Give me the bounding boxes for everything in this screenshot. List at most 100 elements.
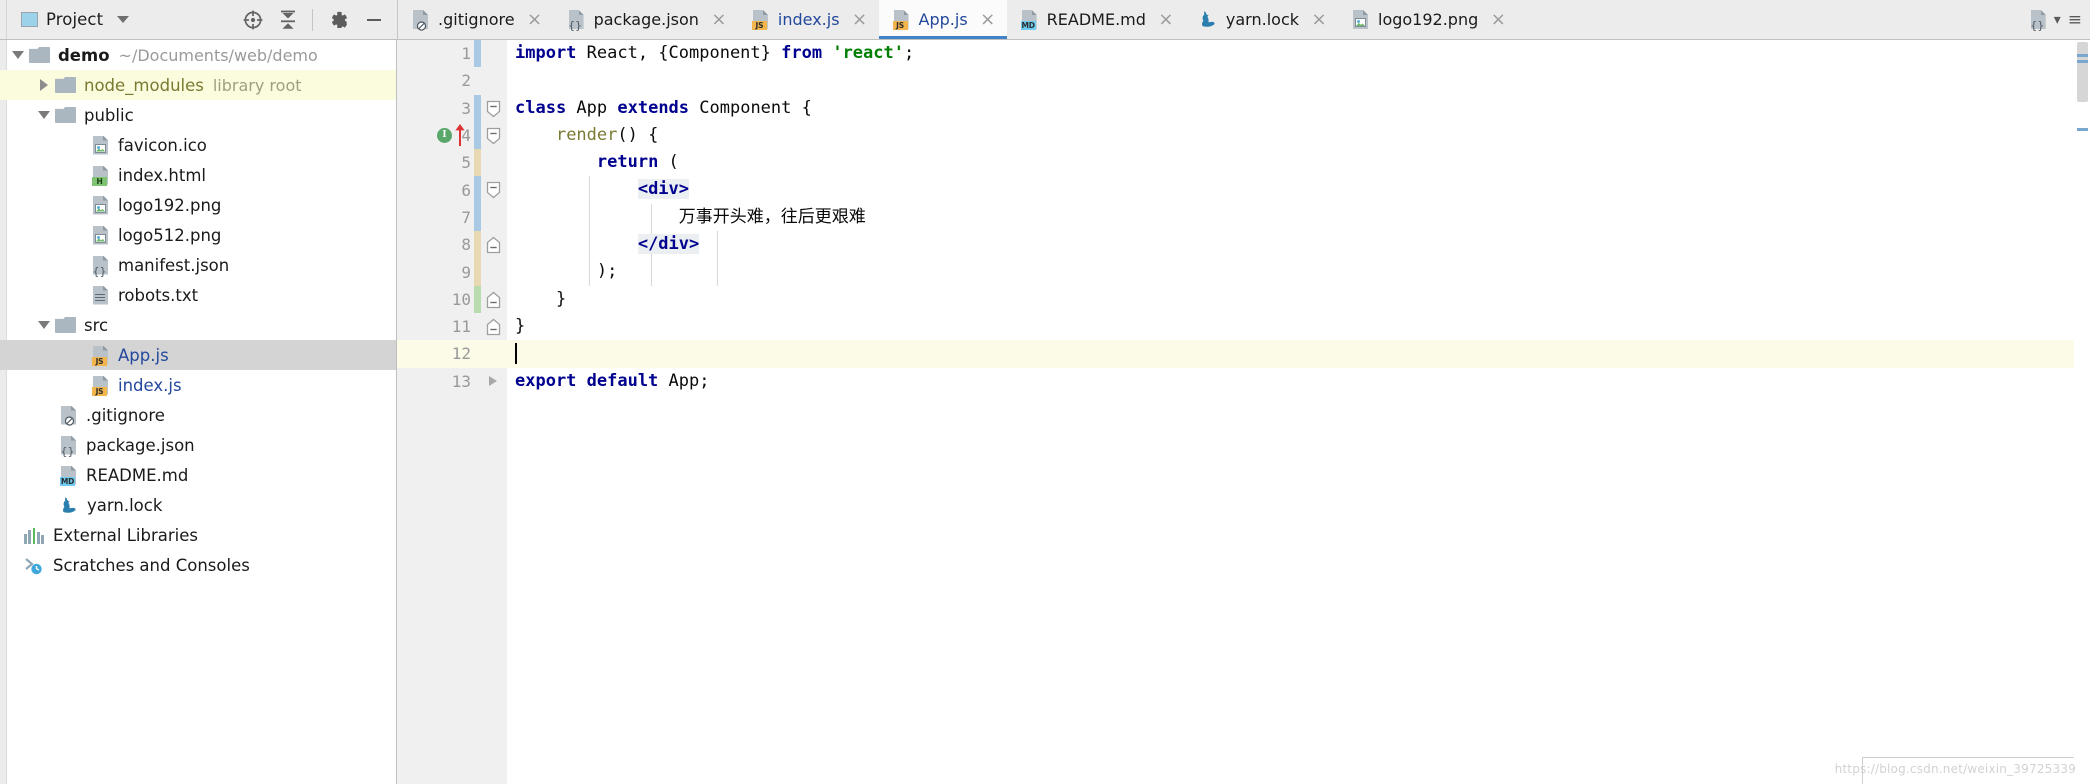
line-number: 7	[397, 203, 481, 232]
tree-row-external-libraries[interactable]: External Libraries	[0, 520, 396, 550]
tree-row-public[interactable]: public	[0, 100, 396, 130]
chevron-down-icon[interactable]	[117, 16, 130, 23]
close-icon[interactable]: ×	[1158, 10, 1174, 29]
tree-row-logo512-png[interactable]: logo512.png	[0, 220, 396, 250]
fold-end-icon[interactable]	[486, 318, 501, 336]
editor-tab-readme-md[interactable]: MD README.md ×	[1007, 0, 1185, 39]
close-icon[interactable]: ×	[1490, 10, 1506, 29]
tree-row-robots-txt[interactable]: robots.txt	[0, 280, 396, 310]
close-icon[interactable]: ×	[1311, 10, 1327, 29]
fold-end-icon[interactable]	[486, 236, 501, 254]
editor-tab-app-js[interactable]: JS App.js ×	[878, 0, 1007, 39]
text-file-icon	[92, 285, 109, 306]
tree-item-label: demo	[58, 45, 110, 65]
line-number: 12	[397, 340, 481, 368]
close-icon[interactable]: ×	[852, 10, 868, 29]
tool-window-left-rail	[0, 0, 7, 39]
vcs-change-marker[interactable]	[474, 203, 481, 232]
tree-row-src[interactable]: src	[0, 310, 396, 340]
tree-row-index-html[interactable]: H index.html	[0, 160, 396, 190]
tree-row-index-js[interactable]: JS index.js	[0, 370, 396, 400]
chevron-right-icon[interactable]	[36, 78, 51, 93]
fold-collapse-icon[interactable]	[486, 100, 501, 118]
gear-icon[interactable]	[327, 9, 349, 31]
tree-item-label: public	[84, 105, 134, 125]
top-row: Project .gitignore × {} package.json × J…	[0, 0, 2090, 40]
vcs-change-marker[interactable]	[474, 258, 481, 286]
tree-row-package-json[interactable]: {} package.json	[0, 430, 396, 460]
vcs-change-marker[interactable]	[474, 149, 481, 177]
tree-row-manifest-json[interactable]: {} manifest.json	[0, 250, 396, 280]
marker-stripe[interactable]	[2077, 54, 2088, 57]
editor-tab-yarn-lock[interactable]: yarn.lock ×	[1185, 0, 1338, 39]
tree-row-app-js[interactable]: JS App.js	[0, 340, 396, 370]
chevron-down-icon[interactable]	[10, 48, 25, 63]
markdown-file-icon: MD	[60, 465, 77, 486]
code-line: import React, {Component} from 'react';	[515, 43, 915, 63]
vcs-change-marker[interactable]	[474, 176, 481, 204]
tree-row-node-modules[interactable]: node_modules library root	[0, 70, 396, 100]
fold-row	[481, 95, 507, 122]
vcs-change-marker[interactable]	[474, 231, 481, 259]
tree-row-demo[interactable]: demo ~/Documents/web/demo	[0, 40, 396, 70]
close-icon[interactable]: ×	[711, 10, 727, 29]
tree-item-tag: library root	[212, 75, 302, 95]
fold-collapse-icon[interactable]	[486, 181, 501, 199]
fold-expand-icon[interactable]	[488, 375, 503, 393]
scrollbar-thumb[interactable]	[2077, 42, 2088, 102]
collapse-all-icon[interactable]	[278, 9, 298, 31]
editor-tab-index-js[interactable]: JS index.js ×	[738, 0, 879, 39]
fold-collapse-icon[interactable]	[486, 127, 501, 145]
editor-tab-gitignore[interactable]: .gitignore ×	[398, 0, 554, 39]
editor-tab-label: .gitignore	[438, 9, 515, 29]
editor-tab-package-json[interactable]: {} package.json ×	[554, 0, 738, 39]
chevron-down-icon[interactable]	[36, 108, 51, 123]
js-file-icon: JS	[751, 9, 769, 30]
code-editor[interactable]: 1 2 3 I 4 5 6 7 8 9 10 11 12 13 import R…	[397, 40, 2090, 784]
code-line: 万事开头难，往后更艰难	[507, 204, 2090, 231]
folder-icon	[55, 107, 76, 123]
project-tree[interactable]: demo ~/Documents/web/demo node_modules l…	[0, 40, 397, 784]
tree-row-scratches-and-consoles[interactable]: Scratches and Consoles	[0, 550, 396, 580]
editor-marker-rail[interactable]	[2074, 40, 2090, 784]
vcs-change-marker[interactable]	[474, 285, 481, 313]
locate-icon[interactable]	[242, 9, 264, 31]
project-tool-window-title: Project	[46, 10, 104, 29]
close-icon[interactable]: ×	[980, 10, 996, 29]
line-number: 5	[397, 149, 481, 177]
image-file-icon	[92, 135, 109, 156]
cjk-text: 万事开头难，往后更艰难	[678, 206, 866, 227]
editor-tab-logo192-png[interactable]: logo192.png ×	[1338, 0, 1517, 39]
line-number: 13	[451, 371, 471, 391]
watermark-text: https://blog.csdn.net/weixin_39725339	[1834, 762, 2076, 776]
chevron-down-icon[interactable]	[36, 318, 51, 333]
editor-gutter[interactable]: 1 2 3 I 4 5 6 7 8 9 10 11 12 13	[397, 40, 481, 784]
fold-row	[481, 122, 507, 149]
project-title-button[interactable]: Project	[7, 10, 130, 29]
minimize-icon[interactable]	[363, 9, 385, 31]
chevron-down-icon[interactable]: ▾	[2054, 12, 2061, 28]
implements-icon[interactable]: I	[437, 127, 453, 144]
js-file-icon: JS	[92, 345, 109, 366]
scratches-icon	[24, 556, 44, 575]
tree-row-logo192-png[interactable]: logo192.png	[0, 190, 396, 220]
tree-row-gitignore[interactable]: .gitignore	[0, 400, 396, 430]
tab-list-icon[interactable]: ≡	[2068, 10, 2082, 30]
vcs-change-marker[interactable]	[474, 40, 481, 68]
line-number: 2	[461, 71, 471, 91]
tree-row-readme-md[interactable]: MD README.md	[0, 460, 396, 490]
vcs-change-marker[interactable]	[474, 121, 481, 150]
tree-item-label: External Libraries	[53, 525, 198, 545]
close-icon[interactable]: ×	[527, 10, 543, 29]
marker-stripe[interactable]	[2077, 60, 2088, 63]
project-window-icon	[21, 12, 38, 27]
editor-code-area[interactable]: import React, {Component} from 'react'; …	[507, 40, 2090, 784]
text-caret	[515, 343, 517, 365]
tree-row-yarn-lock[interactable]: yarn.lock	[0, 490, 396, 520]
js-file-icon: JS	[92, 375, 109, 396]
editor-fold-column[interactable]	[481, 40, 507, 784]
vcs-change-marker[interactable]	[474, 94, 481, 122]
fold-end-icon[interactable]	[486, 291, 501, 309]
marker-stripe[interactable]	[2077, 128, 2088, 131]
tree-row-favicon-ico[interactable]: favicon.ico	[0, 130, 396, 160]
